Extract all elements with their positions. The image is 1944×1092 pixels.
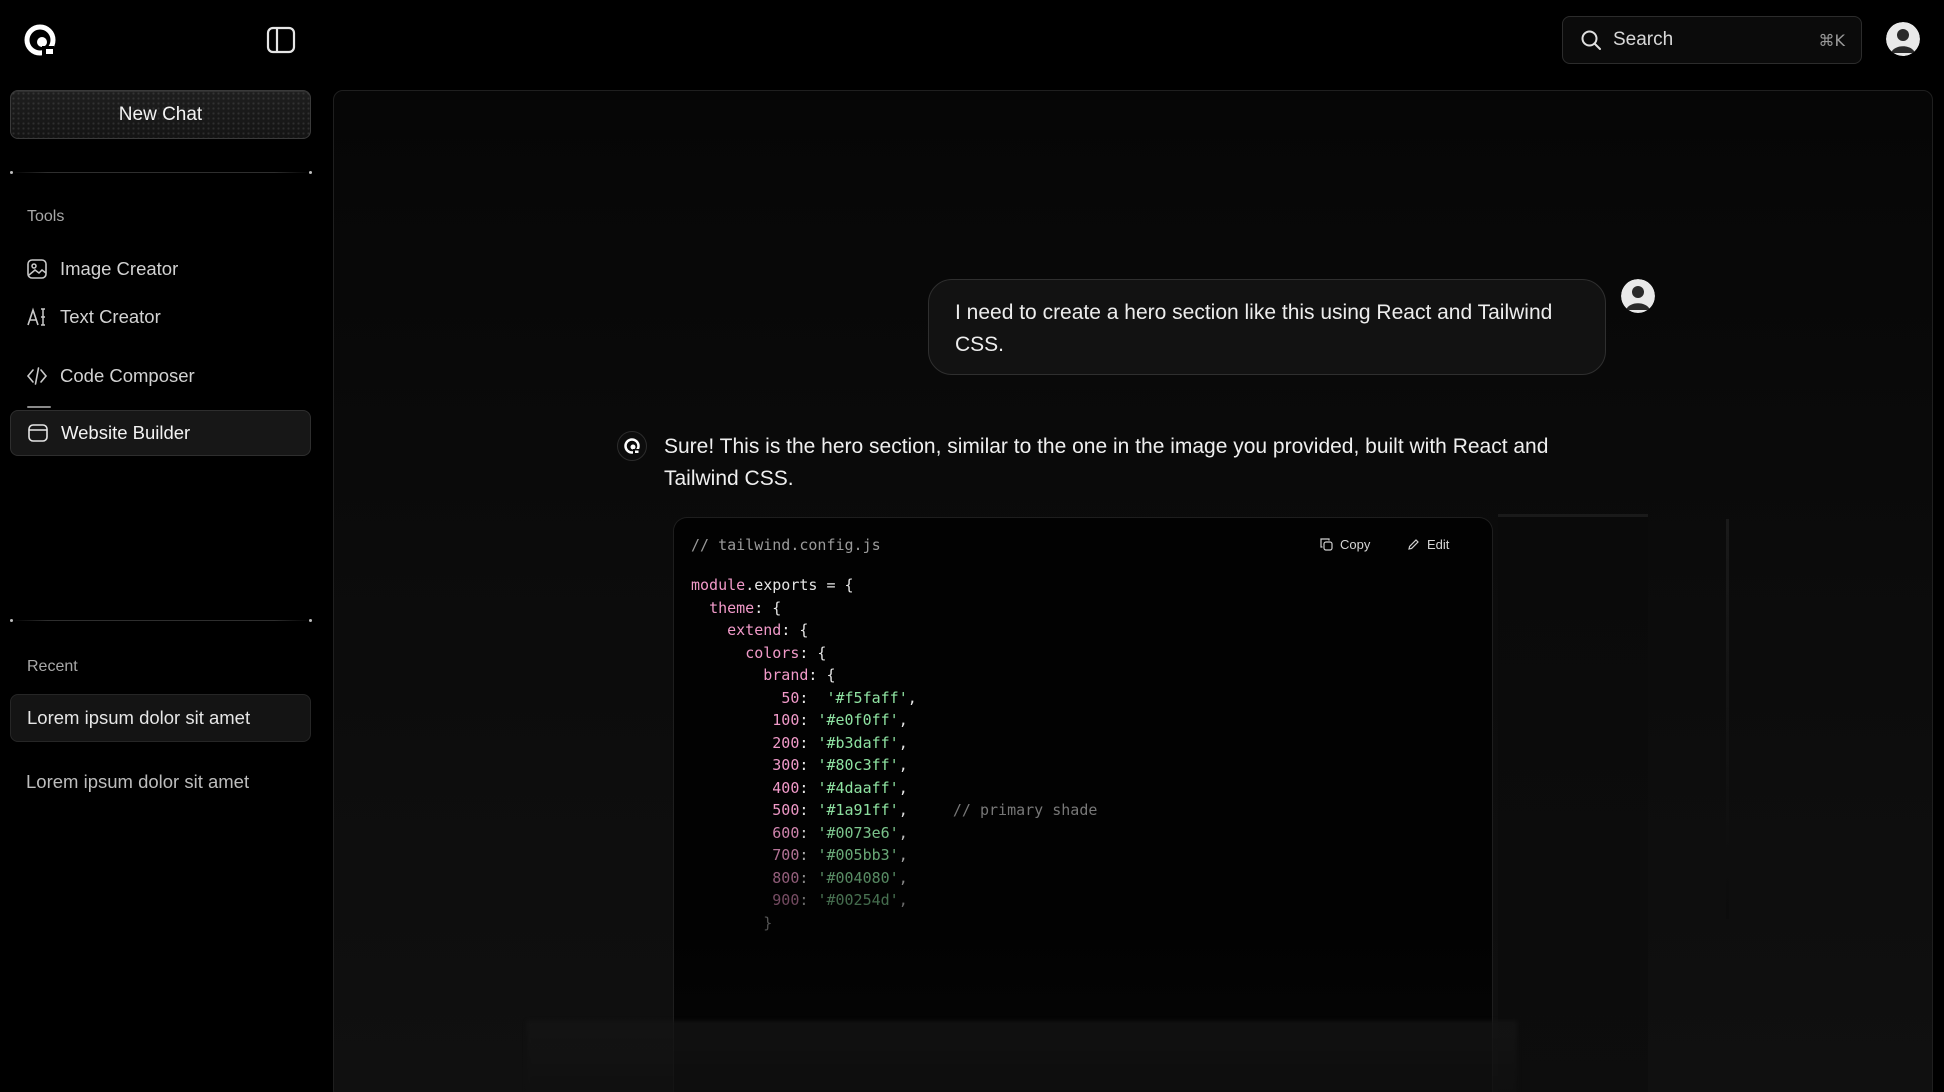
code-shade-key: 50 xyxy=(781,688,800,707)
sidebar-item-website-builder[interactable]: Website Builder xyxy=(10,410,311,456)
code-shade-key: 800 xyxy=(772,868,800,887)
user-avatar-icon[interactable] xyxy=(1886,22,1920,56)
copy-label: Copy xyxy=(1340,537,1371,552)
code-shade-value: '#005bb3' xyxy=(817,846,899,864)
search-box[interactable]: Search ⌘K xyxy=(1562,16,1862,64)
code-shade-value: '#80c3ff' xyxy=(817,756,899,774)
sidebar-divider xyxy=(10,171,312,174)
active-indicator xyxy=(27,406,51,408)
chat-panel: I need to create a hero section like thi… xyxy=(333,90,1933,1092)
code-block: // tailwind.config.js Copy Edit module.e… xyxy=(673,517,1493,1092)
background-card xyxy=(527,1021,1517,1092)
edit-label: Edit xyxy=(1427,537,1450,552)
code-token: .exports = { xyxy=(745,576,854,594)
code-shade-value: '#b3daff' xyxy=(817,733,899,752)
sidebar-item-label: Text Creator xyxy=(60,306,161,327)
user-avatar-icon xyxy=(1621,279,1655,313)
sidebar-item-code-composer[interactable]: Code Composer xyxy=(10,353,311,399)
code-shade-key: 600 xyxy=(772,823,800,842)
spiral-logo-icon[interactable] xyxy=(22,22,58,58)
assistant-message: Sure! This is the hero section, similar … xyxy=(664,435,1549,490)
sidebar-divider xyxy=(10,619,312,622)
recent-chat-item[interactable]: Lorem ipsum dolor sit amet xyxy=(10,758,311,806)
code-token: extend xyxy=(727,621,782,639)
code-token: colors xyxy=(745,643,800,662)
code-filename: // tailwind.config.js xyxy=(691,536,881,554)
recent-section-label: Recent xyxy=(27,658,78,675)
tools-section-label: Tools xyxy=(27,208,65,225)
code-token: theme xyxy=(709,598,755,617)
code-shade-key: 700 xyxy=(772,846,800,864)
background-divider xyxy=(1726,519,1729,919)
code-token: brand xyxy=(763,666,809,684)
code-shade-value: '#00254d' xyxy=(817,891,899,909)
text-cursor-icon xyxy=(26,306,48,328)
code-comment: // primary shade xyxy=(952,801,1098,819)
copy-button[interactable]: Copy xyxy=(1320,537,1370,552)
sidebar-panel-icon[interactable] xyxy=(264,24,298,56)
sidebar-item-label: Website Builder xyxy=(61,422,191,443)
sidebar-item-text-creator[interactable]: Text Creator xyxy=(10,294,311,340)
code-shade-key: 300 xyxy=(772,756,800,774)
new-chat-button[interactable]: New Chat xyxy=(10,90,311,139)
search-icon xyxy=(1581,30,1601,50)
app-window: Search ⌘K New Chat Tools Image Creator T… xyxy=(0,0,1944,1092)
user-message: I need to create a hero section like thi… xyxy=(928,279,1606,375)
sidebar-item-label: Code Composer xyxy=(60,365,195,386)
code-shade-value: '#f5faff' xyxy=(826,688,908,707)
code-shade-value: '#0073e6' xyxy=(817,823,899,842)
image-icon xyxy=(26,258,48,280)
sidebar-item-image-creator[interactable]: Image Creator xyxy=(10,246,311,292)
code-token: module xyxy=(691,576,746,594)
edit-button[interactable]: Edit xyxy=(1407,537,1449,552)
code-shade-key: 100 xyxy=(772,711,800,729)
code-shade-key: 400 xyxy=(772,778,800,797)
sidebar-item-label: Image Creator xyxy=(60,258,179,279)
code-shade-value: '#e0f0ff' xyxy=(817,711,899,729)
copy-icon xyxy=(1320,538,1333,551)
code-shade-value: '#1a91ff' xyxy=(817,801,899,819)
code-shade-key: 900 xyxy=(772,891,800,909)
browser-window-icon xyxy=(27,422,49,444)
background-card xyxy=(1498,514,1648,1092)
code-shade-value: '#004080' xyxy=(817,868,899,887)
recent-chat-item[interactable]: Lorem ipsum dolor sit amet xyxy=(10,694,311,742)
code-shade-key: 500 xyxy=(772,801,800,819)
edit-pencil-icon xyxy=(1407,538,1420,551)
assistant-logo-icon xyxy=(617,431,647,461)
code-icon xyxy=(26,365,48,387)
search-label: Search xyxy=(1613,29,1674,50)
sidebar: New Chat Tools Image Creator Text Creato… xyxy=(0,80,322,1092)
code-shade-value: '#4daaff' xyxy=(817,778,899,797)
code-content: module.exports = { theme: { extend: { co… xyxy=(691,576,1098,932)
search-shortcut: ⌘K xyxy=(1818,30,1846,50)
code-shade-key: 200 xyxy=(772,733,800,752)
